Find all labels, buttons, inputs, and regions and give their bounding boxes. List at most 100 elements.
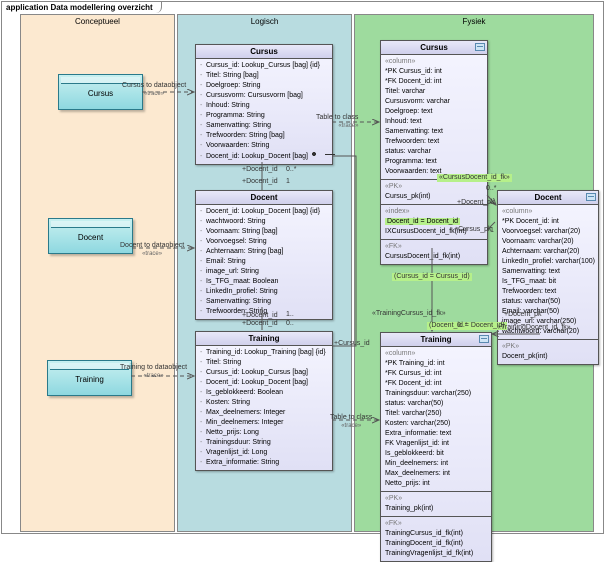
attr-row: -Extra_informatie: String	[200, 458, 328, 468]
table-icon	[479, 335, 489, 343]
class-training[interactable]: Training -Training_id: Lookup_Training […	[195, 331, 333, 471]
table-docent[interactable]: Docent «column» *PK Docent_id: int Voorv…	[497, 190, 599, 365]
col-row: Achternaam: varchar(20)	[502, 247, 594, 257]
multiplicity: 0..	[286, 320, 294, 327]
assoc-label: +Docent_pk	[457, 199, 495, 207]
rel-label: «TrainingCursus_id_fk»	[372, 310, 446, 318]
col-row: *FK Docent_id: int	[385, 379, 487, 389]
assoc-label: +Docent_id	[242, 166, 278, 174]
attr-row: -Voorwaarden: String	[200, 141, 328, 151]
col-row: TrainingCursus_id_fk(int)	[385, 529, 487, 539]
frame-title: application Data modellering overzicht	[1, 1, 162, 13]
stereo: «PK»	[385, 182, 483, 192]
col-row: Max_deelnemers: int	[385, 469, 487, 479]
col-row: status: varchar(50)	[502, 297, 594, 307]
col-row: Extra_informatie: text	[385, 429, 487, 439]
col-row: *FK Cursus_id: int	[385, 369, 487, 379]
col-row: *FK Docent_id: int	[385, 77, 483, 87]
col-row: Samenvatting: text	[502, 267, 594, 277]
stereo: «column»	[385, 349, 487, 359]
attr-row: -Min_deelnemers: Integer	[200, 418, 328, 428]
rel-label: (Cursus_id = Cursus_id)	[392, 273, 472, 281]
class-training-head: Training	[196, 332, 332, 346]
multiplicity: 1	[286, 178, 290, 185]
attr-row: -Inhoud: String	[200, 101, 328, 111]
fk-row: CursusDocent_id_fk(int)	[385, 252, 483, 262]
idx-row: Docent_id = Docent_id	[385, 218, 460, 225]
attr-row: -Docent_id: Lookup_Docent [bag]	[200, 151, 328, 162]
col-row: status: varchar(50)	[385, 399, 487, 409]
concept-training-label: Training	[48, 375, 131, 384]
attr-row: -Is_geblokkeerd: Boolean	[200, 388, 328, 398]
col-row: Kosten: varchar(250)	[385, 419, 487, 429]
attr-row: -Cursus_id: Lookup_Cursus [bag]	[200, 368, 328, 378]
class-cursus[interactable]: Cursus -Cursus_id: Lookup_Cursus [bag] {…	[195, 44, 333, 165]
multiplicity: 0..*	[457, 322, 468, 329]
stereo: «column»	[385, 57, 483, 67]
stereo: «FK»	[385, 242, 483, 252]
col-row: Programma: text	[385, 157, 483, 167]
attr-row: -Voornaam: String [bag]	[200, 227, 328, 237]
class-cursus-head: Cursus	[196, 45, 332, 59]
assoc-label: +Docent_id	[242, 320, 278, 328]
attr-row: -wachtwoord: String	[200, 217, 328, 227]
table-icon	[475, 43, 485, 51]
multiplicity: 0..*	[486, 185, 497, 192]
col-row: Samenvatting: text	[385, 127, 483, 137]
table-training[interactable]: Training «column» *PK Training_id: int*F…	[380, 332, 492, 562]
col-row: Netto_prijs: int	[385, 479, 487, 489]
col-row: *PK Cursus_id: int	[385, 67, 483, 77]
diagram-frame: application Data modellering overzicht C…	[1, 1, 604, 534]
attr-row: -Samenvatting: String	[200, 121, 328, 131]
col-row: TrainingVragenlijst_id_fk(int)	[385, 549, 487, 559]
assoc-label: +Docent_id	[242, 178, 278, 186]
attr-row: -Cursusvorm: Cursusvorm [bag]	[200, 91, 328, 101]
col-row: Min_deelnemers: int	[385, 459, 487, 469]
attr-row: -Docent_id: Lookup_Docent [bag]	[200, 378, 328, 388]
table-docent-head: Docent	[498, 191, 598, 205]
edge-label: Table to class«trace»	[330, 414, 372, 430]
col-row: Trainingsduur: varchar(250)	[385, 389, 487, 399]
edge-label: Cursus to dataobject«trace»	[122, 82, 186, 98]
col-row: Cursusvorm: varchar	[385, 97, 483, 107]
lane-title-fysiek: Fysiek	[355, 15, 593, 28]
pk-row: Docent_pk(int)	[502, 352, 594, 362]
pk-row: Training_pk(int)	[385, 504, 487, 514]
stereo: «PK»	[502, 342, 594, 352]
attr-row: -Samenvatting: String	[200, 297, 328, 307]
assoc-label: +Docent_pk	[504, 311, 542, 319]
stereo: «column»	[502, 207, 594, 217]
col-row: Titel: varchar(250)	[385, 409, 487, 419]
attr-row: -Voorvoegsel: String	[200, 237, 328, 247]
table-training-head: Training	[381, 333, 491, 347]
attr-row: -Cursus_id: Lookup_Cursus [bag] {id}	[200, 61, 328, 71]
multiplicity: 1	[490, 227, 494, 234]
class-docent[interactable]: Docent -Docent_id: Lookup_Docent [bag] {…	[195, 190, 333, 320]
attr-row: -image_url: String	[200, 267, 328, 277]
stereo: «index»	[385, 207, 483, 217]
multiplicity: 1..	[286, 311, 294, 318]
table-cursus-head: Cursus	[381, 41, 487, 55]
col-row: *PK Training_id: int	[385, 359, 487, 369]
assoc-label: +Cursus_pk	[454, 226, 492, 234]
edge-label: Table to class«trace»	[316, 114, 358, 130]
attr-row: -Achternaam: String [bag]	[200, 247, 328, 257]
col-row: *PK Docent_id: int	[502, 217, 594, 227]
attr-row: -Docent_id: Lookup_Docent [bag] {id}	[200, 207, 328, 217]
col-row: TrainingDocent_id_fk(int)	[385, 539, 487, 549]
attr-row: -Trainingsduur: String	[200, 438, 328, 448]
col-row: Trefwoorden: text	[502, 287, 594, 297]
col-row: Is_TFG_maat: bit	[502, 277, 594, 287]
table-icon	[586, 193, 596, 201]
attr-row: -Is_TFG_maat: Boolean	[200, 277, 328, 287]
edge-label: Docent to dataobject«trace»	[120, 242, 184, 258]
col-row: Trefwoorden: text	[385, 137, 483, 147]
col-row: Inhoud: text	[385, 117, 483, 127]
attr-row: -Doelgroep: String	[200, 81, 328, 91]
edge-label: Training to dataobject«trace»	[120, 364, 187, 380]
stereo: «FK»	[385, 519, 487, 529]
assoc-label: +Docent_id	[242, 312, 278, 320]
assoc-label: +Cursus_id	[334, 340, 370, 348]
concept-docent-label: Docent	[49, 233, 132, 242]
attr-row: -Programma: String	[200, 111, 328, 121]
